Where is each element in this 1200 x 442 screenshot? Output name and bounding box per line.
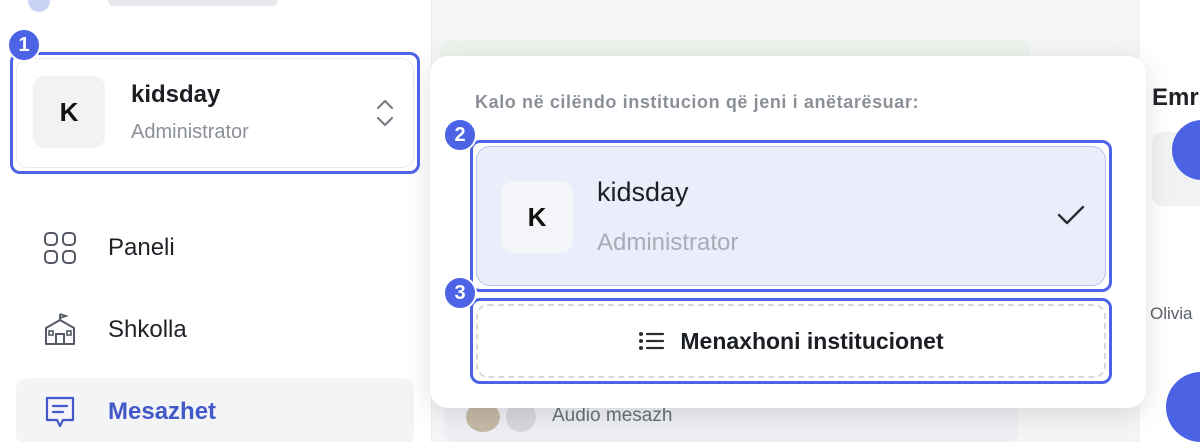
institution-avatar: K <box>501 181 573 253</box>
nav-item-shkolla[interactable]: Shkolla <box>16 296 414 364</box>
manage-institutions-button[interactable]: Menaxhoni institucionet <box>476 304 1106 378</box>
nav-label: Mesazhet <box>108 398 217 425</box>
annotation-badge-2: 2 <box>443 118 477 152</box>
right-column-title: Emr <box>1152 84 1199 111</box>
institution-avatar: K <box>33 76 105 148</box>
institution-role: Administrator <box>131 121 249 143</box>
annotation-badge-3: 3 <box>443 276 477 310</box>
school-icon <box>40 310 80 350</box>
check-icon <box>1057 205 1085 225</box>
annotation-badge-1: 1 <box>7 28 41 62</box>
manage-institutions-label: Menaxhoni institucionet <box>680 327 944 354</box>
dropdown-heading: Kalo në cilëndo institucion që jeni i an… <box>475 92 920 112</box>
logo-icon <box>28 0 50 12</box>
institution-option-name: kidsday <box>597 177 689 207</box>
logo-text <box>108 0 278 6</box>
list-icon <box>639 332 665 350</box>
nav-label: Paneli <box>108 234 175 261</box>
nav-label: Shkolla <box>108 316 187 343</box>
institution-option[interactable]: K kidsday Administrator <box>476 146 1106 286</box>
institution-option-role: Administrator <box>597 229 739 256</box>
grid-icon <box>40 228 80 268</box>
nav-item-mesazhet[interactable]: Mesazhet <box>16 378 414 442</box>
nav-item-paneli[interactable]: Paneli <box>16 214 414 282</box>
chevron-up-down-icon <box>376 99 394 127</box>
right-contact-name: Olivia <box>1150 304 1193 323</box>
sidebar: K kidsday Administrator Paneli Shkolla M… <box>0 0 432 442</box>
message-icon <box>40 392 80 432</box>
institution-name: kidsday <box>131 81 221 108</box>
institution-switcher[interactable]: K kidsday Administrator <box>16 58 414 168</box>
message-preview: Audio mesazh <box>552 405 673 426</box>
